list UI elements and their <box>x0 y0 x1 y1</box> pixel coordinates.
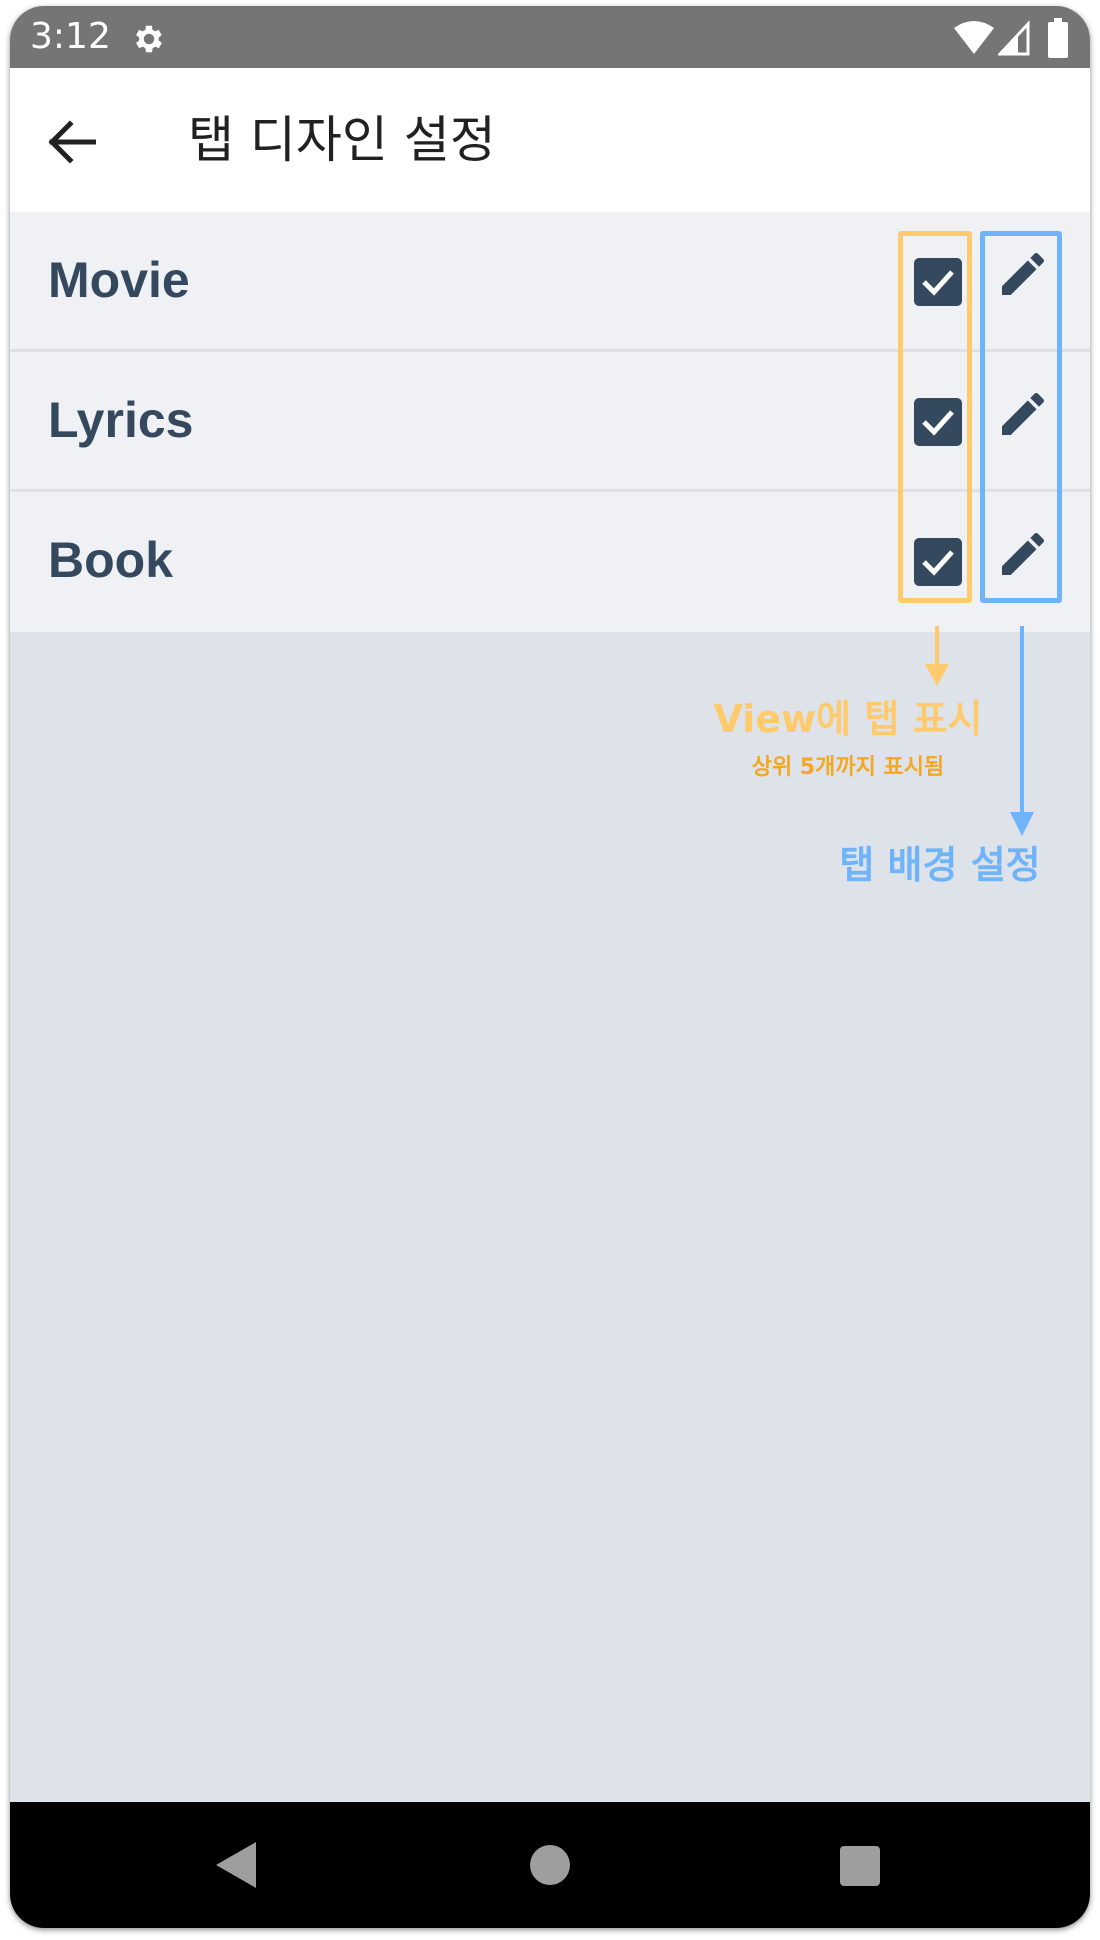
phone-screen: 3:12 탭 디자인 설정 Movie Lyrics Book View에 탭 … <box>10 6 1090 1928</box>
page-title: 탭 디자인 설정 <box>188 111 496 169</box>
gear-icon <box>136 25 162 53</box>
status-bar: 3:12 <box>10 6 1090 68</box>
background-edit-note: 탭 배경 설정 <box>839 843 1041 887</box>
checkbox-column-highlight <box>898 231 972 603</box>
tab-label: Book <box>48 532 173 588</box>
navigation-bar <box>10 1802 1090 1928</box>
app-bar: 탭 디자인 설정 <box>10 68 1090 212</box>
signal-icon <box>998 20 1030 56</box>
tab-label: Lyrics <box>48 392 194 448</box>
tab-label: Movie <box>48 252 190 308</box>
view-toggle-subnote: 상위 5개까지 표시됨 <box>751 755 945 780</box>
nav-recents-icon[interactable] <box>840 1846 880 1886</box>
arrow-down-icon <box>925 626 949 686</box>
view-toggle-note: View에 탭 표시 <box>713 697 983 741</box>
back-arrow-icon[interactable] <box>46 120 96 164</box>
arrow-down-icon <box>1010 626 1034 836</box>
nav-back-icon[interactable] <box>216 1842 256 1888</box>
nav-home-icon[interactable] <box>530 1845 570 1885</box>
status-time: 3:12 <box>30 16 111 57</box>
edit-column-highlight <box>980 231 1062 603</box>
wifi-icon <box>954 21 994 54</box>
battery-icon <box>1048 18 1068 58</box>
